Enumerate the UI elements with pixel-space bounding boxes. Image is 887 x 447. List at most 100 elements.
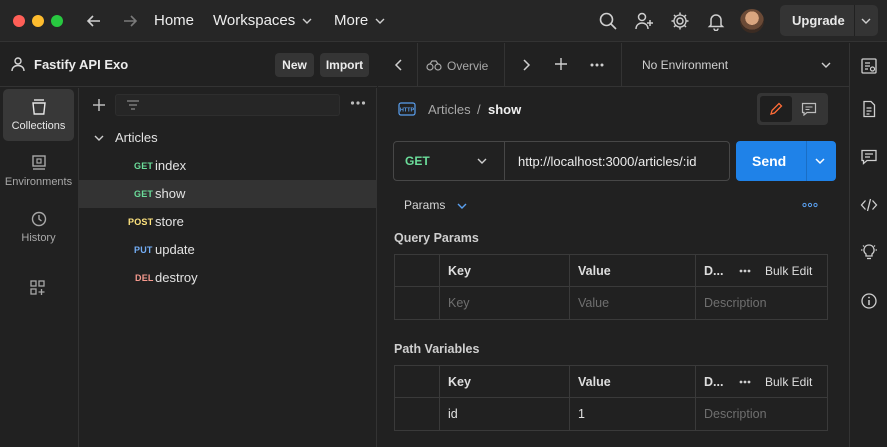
more-request-tabs-icon[interactable]: [802, 202, 818, 208]
chevron-down-icon: [821, 62, 831, 68]
forward-arrow-icon[interactable]: [120, 11, 140, 31]
url-input[interactable]: http://localhost:3000/articles/:id: [518, 154, 697, 169]
tab-separator: [417, 43, 418, 87]
tab-separator: [621, 43, 622, 87]
settings-gear-icon[interactable]: [670, 11, 690, 31]
overview-icon: [426, 60, 442, 71]
menu-workspaces[interactable]: Workspaces: [213, 11, 313, 31]
request-item-update[interactable]: PUT update: [79, 236, 377, 264]
table-header-row: Key Value D... Bulk Edit: [395, 255, 827, 287]
import-button[interactable]: Import: [320, 53, 369, 77]
tree-toolbar: [79, 88, 377, 124]
window-zoom-button[interactable]: [51, 15, 63, 27]
sidebar-item-label: History: [21, 232, 56, 244]
value-input[interactable]: Value: [569, 287, 695, 319]
more-options-icon[interactable]: [350, 100, 366, 106]
chevron-down-icon[interactable]: [860, 15, 872, 27]
title-bar: Home Workspaces More Upgrade: [0, 0, 887, 42]
comment-mode-icon[interactable]: [801, 102, 817, 116]
request-item-store[interactable]: POST store: [79, 208, 377, 236]
configure-workbench-icon[interactable]: [29, 279, 47, 297]
tab-overview[interactable]: Overvie: [426, 43, 514, 87]
request-item-show[interactable]: GET show: [79, 180, 377, 208]
edit-mode-button[interactable]: [760, 96, 792, 122]
description-input[interactable]: Description: [695, 398, 827, 430]
request-item-index[interactable]: GET index: [79, 152, 377, 180]
chevron-down-icon: [457, 203, 467, 209]
sidebar-rail: Collections Environments History: [0, 88, 79, 447]
tab-params[interactable]: Params: [404, 198, 467, 212]
path-variable-value-input[interactable]: 1: [569, 398, 695, 430]
http-request-icon: HTTP: [398, 102, 416, 116]
filter-icon: [127, 100, 139, 110]
bulk-edit-button[interactable]: Bulk Edit: [765, 255, 812, 287]
column-options-icon[interactable]: [739, 380, 751, 384]
search-icon[interactable]: [598, 11, 618, 31]
chevron-down-icon[interactable]: [814, 156, 826, 166]
back-arrow-icon[interactable]: [84, 11, 104, 31]
sidebar-item-environments[interactable]: Environments: [3, 145, 74, 197]
sidebar-item-label: Collections: [11, 120, 66, 132]
right-context-rail: [849, 43, 887, 447]
new-button[interactable]: New: [275, 53, 314, 77]
notifications-bell-icon[interactable]: [706, 11, 726, 31]
new-label: New: [282, 58, 307, 72]
column-header-key: Key: [439, 366, 569, 398]
method-badge: POST: [128, 217, 154, 227]
column-header-description: D...: [695, 366, 729, 398]
window-minimize-button[interactable]: [32, 15, 44, 27]
column-header-value: Value: [569, 366, 695, 398]
sidebar-item-collections[interactable]: Collections: [3, 89, 74, 141]
path-variables-title: Path Variables: [394, 342, 480, 356]
table-row: id 1 Description: [395, 398, 827, 430]
send-separator: [806, 141, 807, 181]
path-variable-key: id: [439, 398, 569, 430]
breadcrumb-separator: /: [477, 102, 481, 117]
invite-user-icon[interactable]: [634, 11, 654, 31]
sidebar-item-label: Environments: [4, 176, 73, 188]
description-input[interactable]: Description: [695, 287, 827, 319]
menu-more-label: More: [334, 12, 369, 29]
code-snippet-icon[interactable]: [860, 196, 878, 214]
request-name: store: [155, 214, 184, 229]
query-params-title: Query Params: [394, 231, 479, 245]
info-lightbulb-icon[interactable]: [860, 243, 878, 261]
request-url-bar: GET http://localhost:3000/articles/:id: [393, 141, 730, 181]
request-item-destroy[interactable]: DEL destroy: [79, 264, 377, 292]
method-select-label: GET: [405, 154, 430, 168]
documentation-icon[interactable]: [860, 100, 878, 118]
user-icon: [11, 57, 25, 72]
filter-input[interactable]: [115, 94, 340, 116]
plus-icon[interactable]: [91, 97, 107, 113]
info-icon[interactable]: [860, 292, 878, 310]
avatar[interactable]: [740, 9, 764, 33]
more-tabs-icon[interactable]: [590, 62, 604, 68]
column-options-icon[interactable]: [739, 269, 751, 273]
menu-home[interactable]: Home: [154, 11, 194, 31]
menu-workspaces-label: Workspaces: [213, 12, 296, 29]
environment-selector[interactable]: No Environment: [628, 43, 844, 87]
key-input[interactable]: Key: [439, 287, 569, 319]
bulk-edit-button[interactable]: Bulk Edit: [765, 366, 812, 398]
menu-more[interactable]: More: [334, 11, 386, 31]
environment-label: No Environment: [642, 58, 729, 72]
upgrade-button[interactable]: Upgrade: [780, 5, 878, 36]
comments-icon[interactable]: [860, 148, 878, 166]
breadcrumb-collection[interactable]: Articles: [428, 102, 471, 117]
tab-separator: [504, 43, 505, 87]
import-label: Import: [325, 58, 364, 72]
method-badge: GET: [134, 161, 154, 171]
environment-quick-look-icon[interactable]: [860, 57, 878, 75]
sidebar-item-history[interactable]: History: [3, 201, 74, 253]
window-close-button[interactable]: [13, 15, 25, 27]
request-name: show: [155, 186, 186, 201]
send-button[interactable]: Send: [736, 141, 836, 181]
collection-folder-articles[interactable]: Articles: [79, 124, 377, 152]
chevron-right-icon[interactable]: [520, 58, 532, 72]
send-label: Send: [752, 153, 787, 169]
column-header-description: D...: [695, 255, 729, 287]
breadcrumb-current: show: [488, 102, 522, 117]
chevron-left-icon[interactable]: [393, 58, 405, 72]
new-tab-plus-icon[interactable]: [554, 57, 568, 71]
method-select[interactable]: GET: [394, 142, 505, 180]
